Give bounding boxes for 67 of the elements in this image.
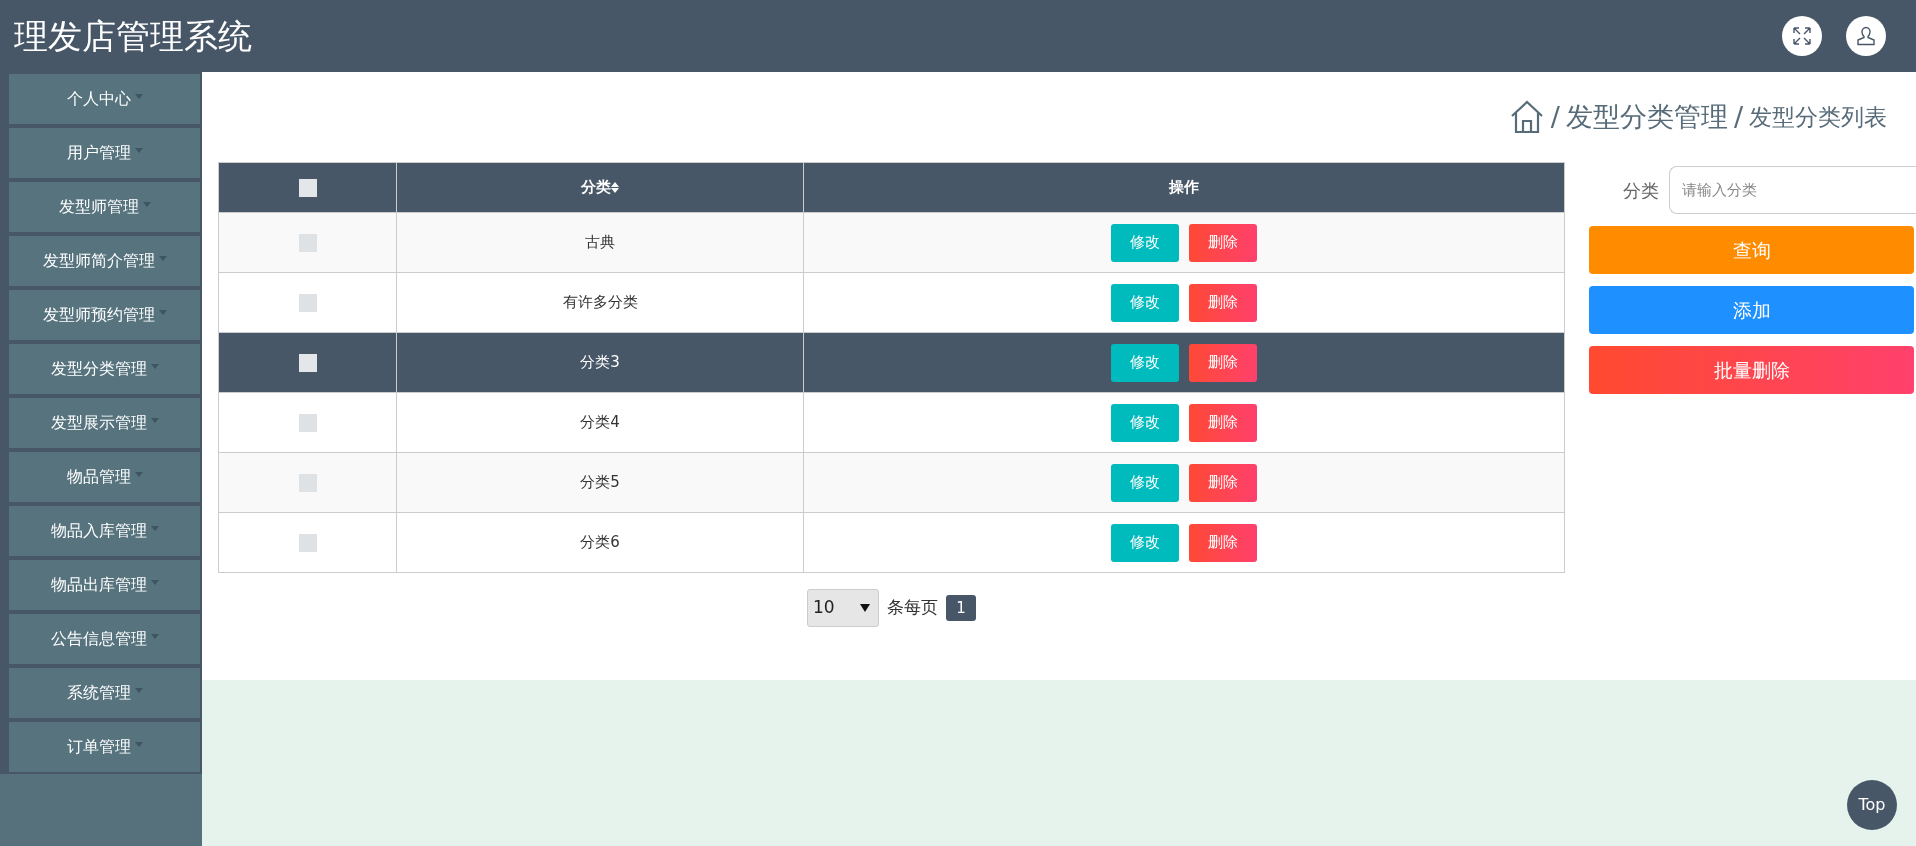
user-button[interactable]: [1846, 16, 1886, 56]
row-checkbox[interactable]: [298, 353, 317, 372]
table-cell: 有许多分类: [562, 293, 638, 312]
sidebar-item[interactable]: 发型师简介管理: [9, 236, 200, 286]
column-header[interactable]: 分类: [396, 162, 804, 213]
sort-icon[interactable]: [611, 182, 619, 194]
field-label: 分类: [1622, 178, 1660, 203]
caret-icon: [134, 741, 143, 747]
table-cell: 分类4: [580, 413, 620, 432]
column-header: 操作: [803, 162, 1565, 213]
delete-button[interactable]: 删除: [1189, 283, 1257, 322]
sidebar-item[interactable]: 发型展示管理: [9, 398, 200, 448]
breadcrumb-separator: /: [1733, 99, 1743, 134]
add-button[interactable]: 添加: [1589, 286, 1914, 334]
breadcrumb-current: 发型分类列表: [1749, 102, 1887, 132]
caret-icon: [150, 417, 159, 423]
sidebar-item[interactable]: 用户管理: [9, 128, 200, 178]
delete-button[interactable]: 删除: [1189, 223, 1257, 262]
sidebar-item[interactable]: 系统管理: [9, 668, 200, 718]
row-checkbox[interactable]: [298, 473, 317, 492]
caret-icon: [150, 633, 159, 639]
row-checkbox[interactable]: [298, 233, 317, 252]
breadcrumb-link[interactable]: 发型分类管理: [1565, 96, 1728, 138]
back-to-top-button[interactable]: Top: [1847, 780, 1897, 830]
sidebar-item[interactable]: 物品管理: [9, 452, 200, 502]
row-checkbox[interactable]: [298, 293, 317, 312]
page-number[interactable]: 1: [946, 595, 976, 621]
sidebar-item[interactable]: 物品出库管理: [9, 560, 200, 610]
caret-icon: [158, 309, 167, 315]
row-checkbox[interactable]: [298, 413, 317, 432]
delete-button[interactable]: 删除: [1189, 523, 1257, 562]
delete-button[interactable]: 删除: [1189, 463, 1257, 502]
caret-icon: [134, 147, 143, 153]
breadcrumb-separator: /: [1550, 99, 1560, 134]
sidebar-item[interactable]: 个人中心: [9, 74, 200, 124]
expand-arrows-icon: [1791, 25, 1813, 47]
batch-delete-button[interactable]: 批量删除: [1589, 346, 1914, 394]
user-icon: [1855, 25, 1877, 47]
caret-icon: [150, 579, 159, 585]
caret-icon: [134, 687, 143, 693]
sidebar-item[interactable]: 订单管理: [9, 722, 200, 772]
select-all-checkbox[interactable]: [298, 178, 317, 197]
caret-icon: [134, 93, 143, 99]
caret-icon: [142, 201, 151, 207]
sidebar-item[interactable]: 发型师预约管理: [9, 290, 200, 340]
search-field[interactable]: 请输入分类: [1669, 166, 1916, 214]
row-checkbox[interactable]: [298, 533, 317, 552]
sidebar-item[interactable]: 公告信息管理: [9, 614, 200, 664]
sidebar-item[interactable]: 物品入库管理: [9, 506, 200, 556]
sidebar-item[interactable]: 发型师管理: [9, 182, 200, 232]
sidebar-item[interactable]: 发型分类管理: [9, 344, 200, 394]
caret-icon: [150, 525, 159, 531]
table-cell: 分类6: [580, 533, 620, 552]
table-cell: 分类5: [580, 473, 620, 492]
table-cell: 分类3: [580, 353, 620, 372]
caret-icon: [158, 255, 167, 261]
delete-button[interactable]: 删除: [1189, 403, 1257, 442]
table-cell: 古典: [585, 233, 615, 252]
page-size-select[interactable]: 10: [807, 589, 879, 627]
caret-icon: [134, 471, 143, 477]
per-page-label: 条每页: [887, 596, 938, 620]
fullscreen-button[interactable]: [1782, 16, 1822, 56]
table-row[interactable]: 分类6 修改 删除: [218, 512, 1565, 573]
dropdown-arrow-icon: [860, 604, 870, 612]
app-title: 理发店管理系统: [14, 14, 252, 58]
caret-icon: [150, 363, 159, 369]
delete-button[interactable]: 删除: [1189, 343, 1257, 382]
